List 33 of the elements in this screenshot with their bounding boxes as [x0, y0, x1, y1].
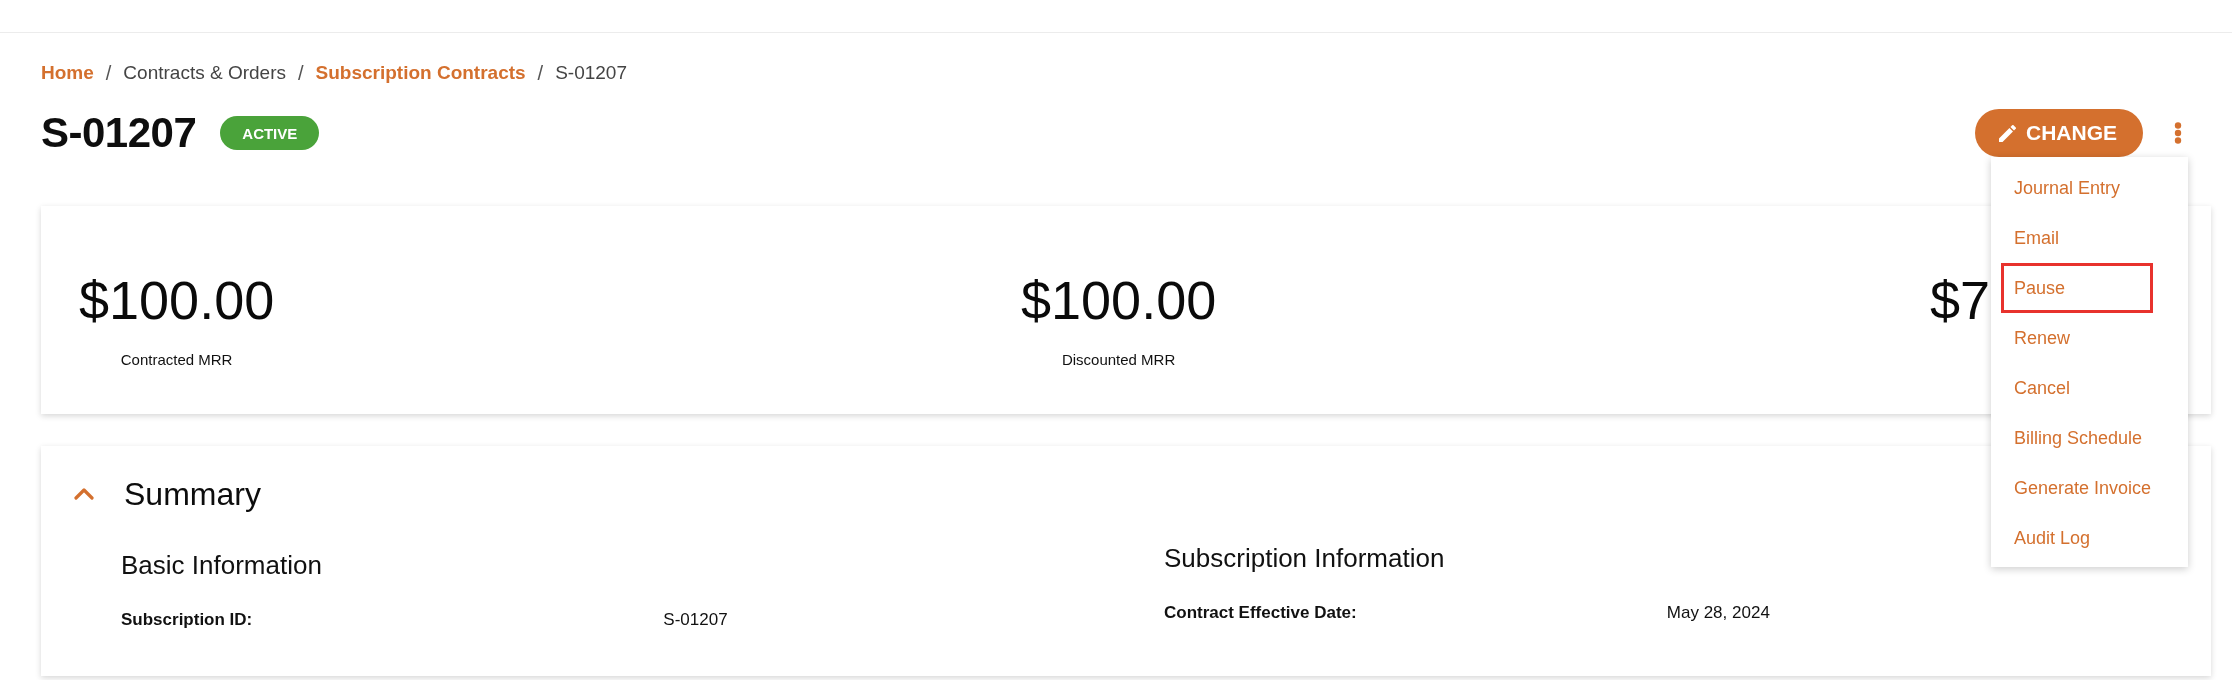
breadcrumb-link[interactable]: Subscription Contracts	[315, 61, 526, 85]
field-value: May 28, 2024	[1666, 602, 1771, 624]
page-title: S-01207	[41, 109, 197, 157]
metric-value: $7	[1930, 269, 1991, 332]
subsection-title: Basic Information	[121, 549, 323, 582]
breadcrumb-separator: /	[537, 61, 544, 85]
menu-item[interactable]: Renew	[2001, 313, 2153, 363]
breadcrumb-link[interactable]: Home	[41, 61, 94, 85]
breadcrumb-separator: /	[297, 61, 304, 85]
breadcrumb-text: Contracts & Orders	[123, 61, 286, 85]
breadcrumb-text: S-01207	[555, 61, 627, 85]
menu-item[interactable]: Billing Schedule	[2001, 413, 2153, 463]
menu-item[interactable]: Audit Log	[2001, 513, 2153, 563]
field-label: Contract Effective Date:	[1164, 602, 1358, 624]
breadcrumb-separator: /	[105, 61, 112, 85]
metric-value: $100.00	[79, 269, 275, 332]
metric-label: Contracted MRR	[120, 350, 233, 370]
menu-item[interactable]: Pause	[2001, 263, 2153, 313]
menu-item[interactable]: Cancel	[2001, 363, 2153, 413]
menu-item[interactable]: Email	[2001, 213, 2153, 263]
chevron-up-icon[interactable]	[74, 488, 94, 500]
metric-value: $100.00	[1021, 269, 1217, 332]
section-title: Summary	[124, 475, 261, 514]
field-label: Subscription ID:	[121, 609, 254, 631]
menu-item[interactable]: Journal Entry	[2001, 163, 2153, 213]
metric-label: Discounted MRR	[1061, 350, 1176, 370]
field-value: S-01207	[663, 609, 729, 631]
subsection-title: Subscription Information	[1164, 542, 1446, 575]
menu-item[interactable]: Generate Invoice	[2001, 463, 2153, 513]
pencil-icon	[1999, 124, 2016, 142]
change-button[interactable]: CHANGE	[1975, 109, 2143, 157]
kebab-menu-icon[interactable]	[2174, 122, 2182, 144]
status-badge: ACTIVE	[220, 116, 320, 150]
